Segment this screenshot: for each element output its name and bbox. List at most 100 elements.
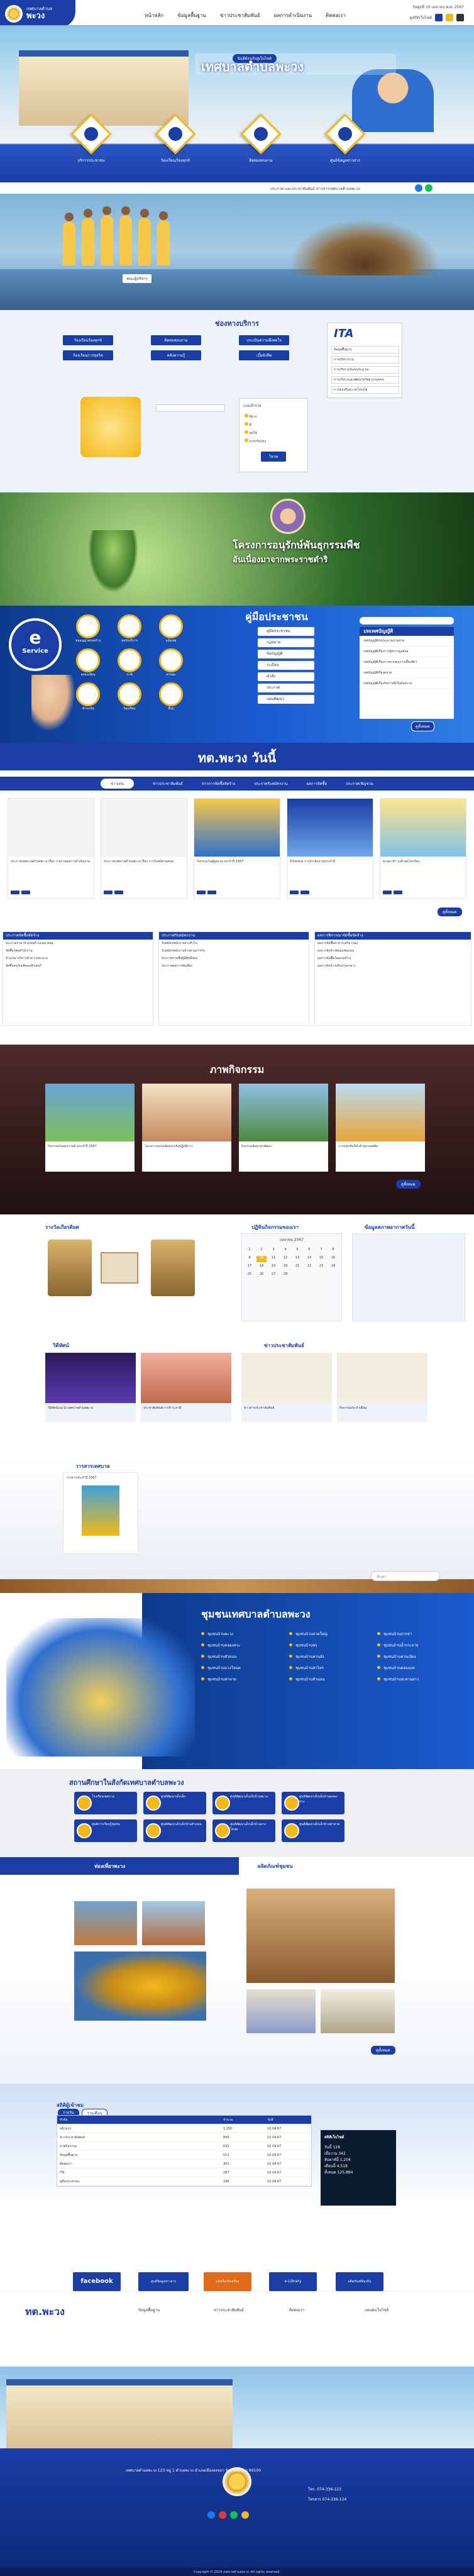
facebook-icon[interactable]	[415, 184, 422, 192]
activity-card[interactable]: กิจกรรมวันสงกรานต์ ประจำปี 2567	[45, 1084, 135, 1172]
list-item[interactable]: รับสมัครพนักงานจ้างตามภารกิจ	[159, 947, 309, 955]
ita-row[interactable]: ข้อมูลพื้นฐาน	[331, 346, 399, 353]
community-item[interactable]: ชุมชนบ้านหาดใหญ่	[289, 1631, 328, 1637]
list-item[interactable]: จ้างเหมาบริการทำความสะอาด	[3, 955, 153, 962]
manual-item[interactable]: กฎหมาย	[258, 638, 314, 647]
product-banner[interactable]: ผลิตภัณฑ์ท้องถิ่น	[336, 2272, 383, 2291]
radio-icon[interactable]	[245, 414, 248, 418]
product-image[interactable]	[246, 1989, 316, 2033]
school-card[interactable]: ศูนย์การเรียนรู้ชุมชน	[74, 1819, 137, 1842]
law-more-button[interactable]: ดูทั้งหมด	[411, 721, 434, 731]
video-card[interactable]: ประชาสัมพันธ์การชำระภาษี	[141, 1353, 231, 1422]
manual-search-input[interactable]	[360, 617, 454, 625]
royal-project-banner[interactable]: โครงการอนุรักษ์พันธุกรรมพืช อันเนื่องมาจ…	[0, 492, 474, 606]
facebook-banner[interactable]: facebook	[73, 2272, 121, 2291]
manual-item[interactable]: แผนพัฒนา	[258, 695, 314, 704]
community-item[interactable]: ชุมชนบ้านพรุ	[289, 1642, 317, 1648]
community-item[interactable]: ชุมชนบ้านน้ำกระจาย	[377, 1642, 418, 1648]
school-card[interactable]: ศูนย์พัฒนาเด็กเล็ก	[143, 1792, 206, 1814]
community-item[interactable]: ชุมชนบ้านพะวง	[201, 1631, 233, 1637]
email-icon[interactable]	[241, 2511, 249, 2519]
service-button-corruption[interactable]: ร้องเรียนการทุจริต	[63, 350, 113, 360]
eservice-item[interactable]: ร้องเรียน	[111, 682, 148, 711]
law-row[interactable]: เทศบัญญัติเรื่องกิจการที่เป็นอันตราย	[360, 679, 454, 689]
list-item[interactable]: ผลการจัดซื้อวัสดุก่อสร้าง	[315, 955, 471, 962]
community-item[interactable]: ชุมชนบ้านหัวนอน	[289, 1676, 325, 1682]
table-row[interactable]: ข่าวประชาสัมพันธ์ 845 10.04.67	[57, 2133, 311, 2142]
community-item[interactable]: ชุมชนบ้านสะพานยาว	[377, 1676, 419, 1682]
stats-link[interactable]: ดูสถิติเว็บไซต์	[410, 14, 432, 21]
product-image[interactable]	[246, 1889, 395, 1983]
award-image[interactable]	[48, 1240, 92, 1296]
list-item[interactable]: ประกวดราคาจ้างก่อสร้างถนน คสล.	[3, 940, 153, 947]
video-card[interactable]: วีดิทัศน์แนะนำเทศบาลตำบลพะวง	[45, 1353, 136, 1422]
news-card[interactable]: ประกาศเทศบาลตำบลพะวง เรื่อง รายงานผลการด…	[8, 798, 94, 899]
service-button-inquiry[interactable]: ติดต่อสอบถาม	[151, 335, 201, 345]
community-item[interactable]: ชุมชนบ้านคลองหวะ	[201, 1642, 240, 1648]
list-item[interactable]: ประกาศผลการคัดเลือก	[159, 962, 309, 970]
eservice-item[interactable]: ลงทะเบียน	[69, 648, 107, 677]
list-item[interactable]: จัดซื้อครุภัณฑ์คอมพิวเตอร์	[3, 962, 153, 970]
community-item[interactable]: ชุมชนบ้านปากจ่า	[377, 1631, 412, 1637]
school-card[interactable]: ศูนย์พัฒนาเด็กเล็กบ้านหัวถนน	[143, 1819, 206, 1842]
nav-item-info[interactable]: ข้อมูลพื้นฐาน	[177, 11, 206, 19]
eservice-item[interactable]: ขออนุญาตก่อสร้าง	[69, 614, 107, 643]
announcement-text[interactable]: ประกาศ และประชาสัมพันธ์ ข่าวสารเทศบาลตำบ…	[270, 186, 360, 192]
nav-item-results[interactable]: ผลการดำเนินงาน	[274, 11, 312, 19]
facebook-icon[interactable]	[207, 2511, 215, 2519]
ebook-card[interactable]: วารสารประจำปี 2567	[63, 1472, 138, 1554]
news-card[interactable]: ประกาศเทศบาลตำบลพะวง เรื่อง การรับสมัครบ…	[101, 798, 187, 899]
tab-jobs[interactable]: ประกาศรับสมัครงาน	[254, 780, 287, 787]
tab-invitation[interactable]: ประกาศเชิญชวน	[346, 780, 373, 787]
school-card[interactable]: โรงเรียนเทศบาล	[74, 1792, 137, 1814]
eservice-item[interactable]: ภาษี	[111, 648, 148, 677]
elibrary-banner[interactable]: e-Library	[269, 2272, 317, 2291]
eservice-badge[interactable]: e Service	[9, 618, 62, 671]
footer-link[interactable]: ติดต่อเรา	[289, 2307, 304, 2313]
activity-card[interactable]: โครงการอบรมสัมมนาเชิงปฏิบัติการ	[142, 1084, 231, 1172]
youtube-icon[interactable]	[219, 2511, 226, 2519]
award-image[interactable]	[101, 1252, 138, 1284]
today-more-button[interactable]: ดูทั้งหมด	[438, 908, 462, 916]
service-button-knowledge[interactable]: คลังความรู้	[151, 350, 201, 360]
menu-icon[interactable]	[456, 14, 464, 21]
table-row[interactable]: ITA 287 10.04.67	[57, 2168, 311, 2177]
quick-link-contact[interactable]: ติดต่อสอบถาม	[240, 113, 283, 164]
list-item[interactable]: ผลการจัดซื้ออาหารเสริม (นม)	[315, 940, 471, 947]
nav-item-home[interactable]: หน้าหลัก	[145, 11, 163, 19]
tourism-image[interactable]	[74, 1951, 206, 2021]
award-image[interactable]	[151, 1240, 195, 1296]
table-row[interactable]: ภาพกิจกรรม 632 10.04.67	[57, 2142, 311, 2151]
table-row[interactable]: คู่มือประชาชน 196 10.04.67	[57, 2177, 311, 2186]
community-item[interactable]: ชุมชนบ้านหัวถนน	[201, 1653, 237, 1660]
logo[interactable]: เทศบาลตำบล พะวง	[0, 0, 75, 25]
table-row[interactable]: หน้าแรก 1,250 10.04.67	[57, 2124, 311, 2133]
quick-link-info-center[interactable]: ศูนย์ข้อมูลข่าวสาร	[324, 113, 367, 164]
law-row[interactable]: เทศบัญญัติเรื่องการควบคุมการเลี้ยงสัตว์	[360, 657, 454, 668]
list-item[interactable]: จัดซื้อวัสดุสำนักงาน	[3, 947, 153, 955]
list-item[interactable]: รับสมัครพนักงานจ้างทั่วไป	[159, 940, 309, 947]
school-card[interactable]: ศูนย์พัฒนาเด็กเล็กบ้านท่าหาด	[282, 1819, 344, 1842]
activity-card[interactable]: การแข่งขันกีฬาต้านยาเสพติด	[336, 1084, 425, 1172]
product-image[interactable]	[321, 1989, 395, 2033]
news-card[interactable]: กิจกรรมวันผู้สูงอายุ ประจำปี 2567	[194, 798, 280, 899]
radio-icon[interactable]	[245, 430, 248, 434]
manual-item[interactable]: คู่มือประชาชน	[258, 627, 314, 636]
community-item[interactable]: ชุมชนบ้านบางโหนด	[201, 1665, 241, 1671]
community-item[interactable]: ชุมชนบ้านควนเนียง	[377, 1653, 416, 1660]
vote-button[interactable]: โหวต	[261, 452, 286, 462]
list-item[interactable]: ประกาศรายชื่อผู้มีสิทธิ์สอบ	[159, 955, 309, 962]
list-item[interactable]: ผลการจัดจ้างปรับปรุงอาคาร	[315, 962, 471, 970]
eservice-item[interactable]: ชำระเงิน	[69, 682, 107, 711]
dropdown-select[interactable]	[156, 404, 225, 412]
list-item[interactable]: ผลการจัดจ้างซ่อมแซมถนน	[315, 947, 471, 955]
law-row[interactable]: เทศบัญญัติเรื่องตลาด	[360, 668, 454, 679]
eservice-item[interactable]: ค่าขยะ	[152, 648, 190, 677]
eservice-item[interactable]: อื่นๆ	[152, 682, 190, 711]
quick-link-complaint[interactable]: ร้องเรียน/ร้องทุกข์	[155, 113, 197, 164]
nav-item-news[interactable]: ข่าวประชาสัมพันธ์	[220, 11, 260, 19]
service-button-complaint[interactable]: ร้องเรียนร้องทุกข์	[63, 335, 113, 345]
community-item[interactable]: ชุมชนบ้านท่าหาด	[201, 1676, 236, 1682]
nav-item-contact[interactable]: ติดต่อเรา	[326, 11, 346, 19]
ita-row[interactable]: การบริหารงาน	[331, 356, 399, 364]
